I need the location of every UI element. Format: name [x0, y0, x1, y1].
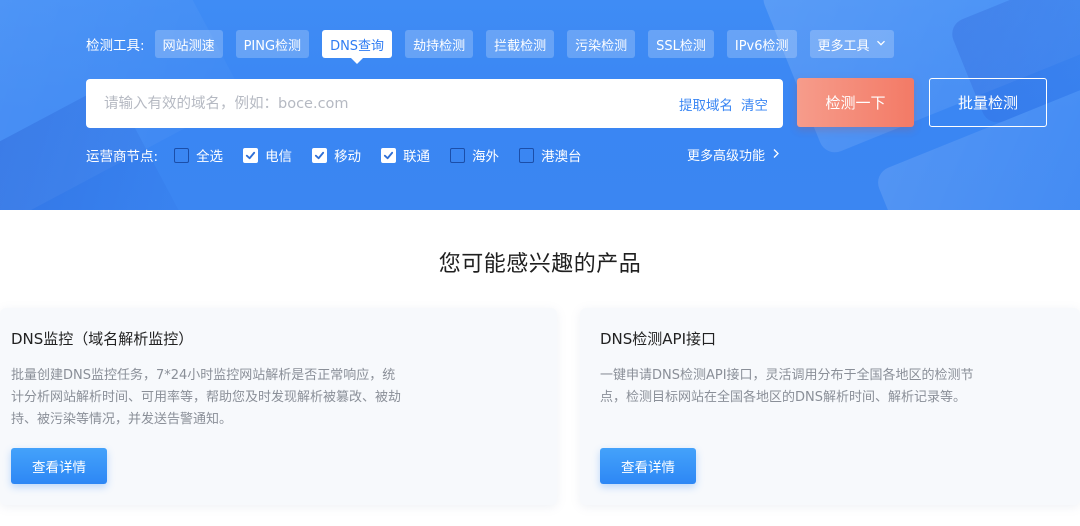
tool-tabs: 检测工具: 网站测速 PING检测 DNS查询 劫持检测 拦截检测 污染检测 S…: [86, 30, 907, 64]
more-tools-dropdown[interactable]: 更多工具: [809, 30, 894, 58]
carrier-option-telecom[interactable]: 电信: [243, 145, 292, 165]
section-title: 您可能感兴趣的产品: [438, 252, 642, 277]
tab-ipv6[interactable]: IPv6检测: [726, 30, 797, 58]
tab-dns-query[interactable]: DNS查询: [322, 30, 393, 64]
card-title: DNS检测API接口: [600, 330, 717, 348]
tool-label: 检测工具:: [86, 38, 145, 54]
checkbox-icon[interactable]: [381, 147, 397, 163]
batch-check-button[interactable]: 批量检测: [929, 78, 1047, 127]
checkbox-icon[interactable]: [519, 147, 535, 163]
carrier-option-hk-macau-tw[interactable]: 港澳台: [519, 145, 582, 165]
card-title: DNS监控（域名解析监控）: [11, 330, 194, 348]
domain-search-input[interactable]: [86, 79, 679, 128]
tab-pollution[interactable]: 污染检测: [567, 30, 636, 58]
chevron-down-icon: [876, 38, 886, 51]
tab-website-speed[interactable]: 网站测速: [154, 30, 223, 58]
check-button[interactable]: 检测一下: [797, 78, 914, 127]
chevron-right-icon: [772, 148, 780, 162]
extract-domain-link[interactable]: 提取域名: [679, 94, 733, 114]
carrier-option-all[interactable]: 全选: [174, 145, 223, 165]
checkbox-icon[interactable]: [243, 147, 259, 163]
clear-link[interactable]: 清空: [741, 94, 768, 114]
carrier-option-unicom[interactable]: 联通: [381, 145, 430, 165]
tab-hijack[interactable]: 劫持检测: [405, 30, 474, 58]
view-details-button[interactable]: 查看详情: [600, 448, 696, 484]
carrier-filter: 运营商节点: 全选 电信 移动 联通 海外 港澳台: [86, 143, 602, 167]
carrier-option-overseas[interactable]: 海外: [450, 145, 499, 165]
card-description: 一键申请DNS检测API接口，灵活调用分布于全国各地区的检测节点，检测目标网站在…: [600, 368, 974, 405]
checkbox-icon[interactable]: [450, 147, 466, 163]
hero-banner: 检测工具: 网站测速 PING检测 DNS查询 劫持检测 拦截检测 污染检测 S…: [0, 0, 1080, 210]
carrier-option-mobile[interactable]: 移动: [312, 145, 361, 165]
carrier-label: 运营商节点:: [86, 149, 159, 165]
tab-ssl[interactable]: SSL检测: [648, 30, 714, 58]
view-details-button[interactable]: 查看详情: [11, 448, 107, 484]
search-box: 提取域名 清空: [86, 79, 783, 128]
tab-ping[interactable]: PING检测: [235, 30, 310, 58]
product-card-dns-monitor: DNS监控（域名解析监控） 批量创建DNS监控任务，7*24小时监控网站解析是否…: [0, 308, 557, 505]
checkbox-icon[interactable]: [312, 147, 328, 163]
card-description: 批量创建DNS监控任务，7*24小时监控网站解析是否正常响应，统计分析网站解析时…: [11, 368, 402, 427]
more-advanced-link[interactable]: 更多高级功能: [687, 145, 780, 164]
checkbox-icon[interactable]: [174, 147, 190, 163]
tab-block[interactable]: 拦截检测: [486, 30, 555, 58]
product-card-dns-api: DNS检测API接口 一键申请DNS检测API接口，灵活调用分布于全国各地区的检…: [580, 308, 1080, 505]
